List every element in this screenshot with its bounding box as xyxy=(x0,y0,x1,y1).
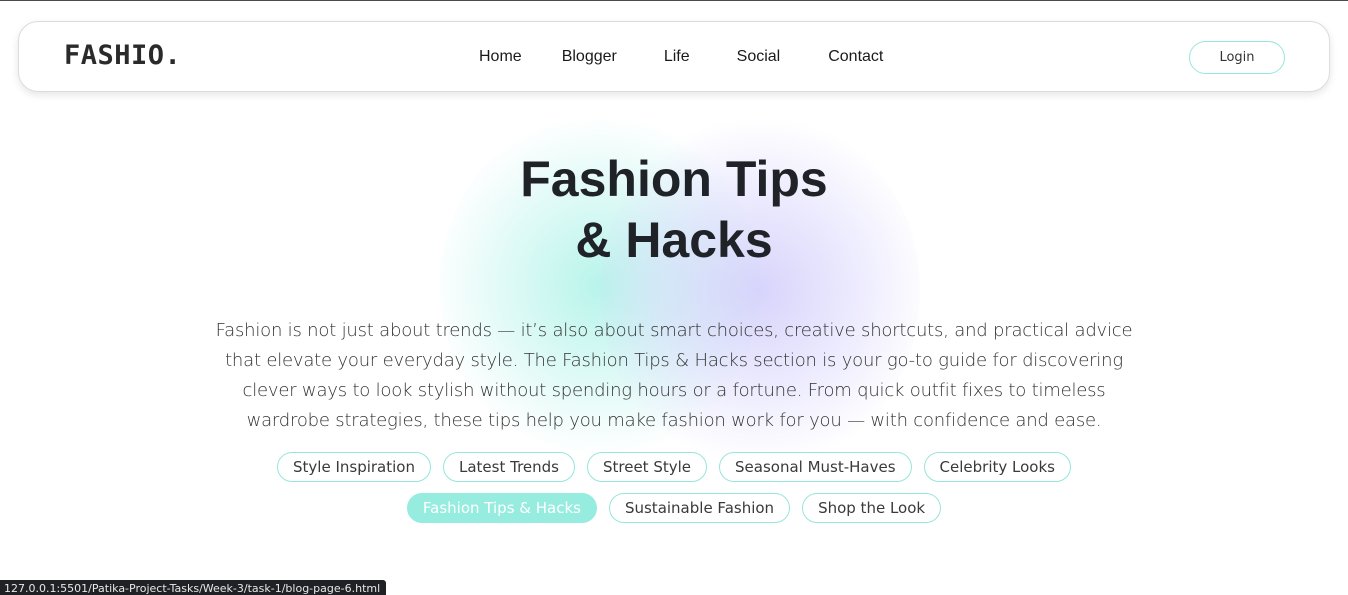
tag-fashion-tips-hacks[interactable]: Fashion Tips & Hacks xyxy=(406,493,597,523)
hero-title-line-1: Fashion Tips xyxy=(520,151,828,207)
main-nav: Home Blogger Life Social Contact xyxy=(479,48,883,66)
tag-style-inspiration[interactable]: Style Inspiration xyxy=(277,452,431,482)
login-button[interactable]: Login xyxy=(1189,41,1285,74)
nav-link-social[interactable]: Social xyxy=(737,48,781,66)
tag-celebrity-looks[interactable]: Celebrity Looks xyxy=(923,452,1071,482)
browser-status-bar-url: 127.0.0.1:5501/Patika-Project-Tasks/Week… xyxy=(0,580,387,595)
hero-description: Fashion is not just about trends — it’s … xyxy=(215,320,1133,431)
hero-title: Fashion Tips & Hacks xyxy=(0,149,1348,271)
nav-link-contact[interactable]: Contact xyxy=(828,48,883,66)
tag-seasonal-must-haves[interactable]: Seasonal Must-Haves xyxy=(719,452,912,482)
tag-street-style[interactable]: Street Style xyxy=(586,452,708,482)
category-tags: Style Inspiration Latest Trends Street S… xyxy=(264,452,1084,523)
tag-shop-the-look[interactable]: Shop the Look xyxy=(802,493,942,523)
nav-link-home[interactable]: Home xyxy=(479,48,522,66)
navbar: FASHIO. Home Blogger Life Social Contact… xyxy=(18,21,1330,92)
tag-sustainable-fashion[interactable]: Sustainable Fashion xyxy=(608,493,791,523)
hero-title-line-2: & Hacks xyxy=(575,212,773,268)
nav-link-life[interactable]: Life xyxy=(664,48,690,66)
nav-link-blogger[interactable]: Blogger xyxy=(562,48,617,66)
site-logo[interactable]: FASHIO. xyxy=(64,40,181,71)
tag-latest-trends[interactable]: Latest Trends xyxy=(442,452,575,482)
